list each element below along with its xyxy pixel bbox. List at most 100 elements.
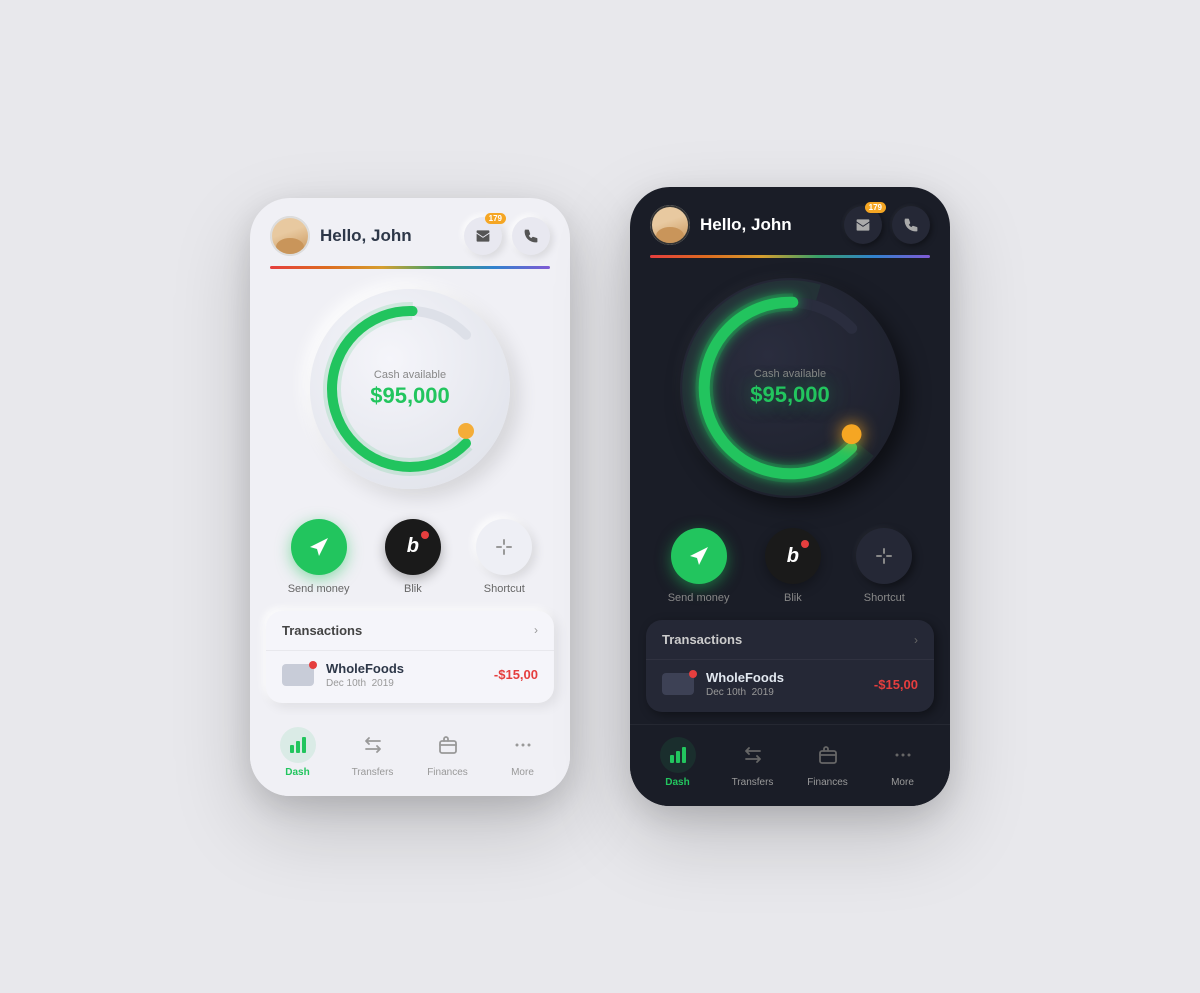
blik-btn-light[interactable]: b xyxy=(385,519,441,575)
nav-more-light[interactable]: More xyxy=(485,727,560,778)
transaction-date-dark: Dec 10th 2019 xyxy=(706,687,862,698)
shortcut-label-dark: Shortcut xyxy=(864,592,905,604)
nav-finances-label-light: Finances xyxy=(427,767,468,778)
mail-badge-dark: 179 xyxy=(865,202,886,213)
dash-icon-dark xyxy=(668,745,688,765)
send-money-icon-light xyxy=(307,535,331,559)
nav-transfers-icon-wrap-dark xyxy=(735,737,771,773)
mail-badge-light: 179 xyxy=(485,213,506,224)
shortcut-icon-light xyxy=(494,537,514,557)
phone-icon-light xyxy=(523,228,539,244)
nav-more-icon-wrap-light xyxy=(505,727,541,763)
shortcut-label-light: Shortcut xyxy=(484,583,525,595)
shortcut-item-light[interactable]: Shortcut xyxy=(476,519,532,595)
more-icon-dark xyxy=(893,745,913,765)
transactions-title-light: Transactions xyxy=(282,623,362,638)
nav-dash-dark[interactable]: Dash xyxy=(640,737,715,788)
blik-label-dark: Blik xyxy=(784,592,802,604)
cash-label-light: Cash available xyxy=(370,369,450,381)
transactions-title-dark: Transactions xyxy=(662,632,742,647)
send-money-label-light: Send money xyxy=(288,583,350,595)
phone-button-dark[interactable] xyxy=(892,206,930,244)
transaction-info-dark: WholeFoods Dec 10th 2019 xyxy=(706,670,862,698)
nav-dash-label-light: Dash xyxy=(285,767,309,778)
transactions-section-dark: Transactions › WholeFoods Dec 10th 2019 … xyxy=(646,620,934,712)
phone-icon-dark xyxy=(903,217,919,233)
nav-finances-dark[interactable]: Finances xyxy=(790,737,865,788)
phone-dark: Hello, John 179 xyxy=(630,187,950,806)
header-icons-dark: 179 xyxy=(844,206,930,244)
gauge-center-dark: Cash available $95,000 xyxy=(750,368,830,408)
mail-button-dark[interactable]: 179 xyxy=(844,206,882,244)
blik-btn-dark[interactable]: b xyxy=(765,528,821,584)
transfers-icon-light xyxy=(363,735,383,755)
gauge-section-light: Cash available $95,000 xyxy=(250,269,570,509)
shortcut-btn-light[interactable] xyxy=(476,519,532,575)
header-light: Hello, John 179 xyxy=(250,198,570,266)
blik-label-light: Blik xyxy=(404,583,422,595)
transaction-amount-dark: -$15,00 xyxy=(874,677,918,692)
nav-dash-label-dark: Dash xyxy=(665,777,689,788)
gauge-center-light: Cash available $95,000 xyxy=(370,369,450,409)
transaction-item-dark[interactable]: WholeFoods Dec 10th 2019 -$15,00 xyxy=(646,659,934,712)
greeting-light: Hello, John xyxy=(320,226,454,246)
transaction-info-light: WholeFoods Dec 10th 2019 xyxy=(326,661,482,689)
nav-transfers-icon-wrap-light xyxy=(355,727,391,763)
blik-logo-light: b xyxy=(407,535,419,558)
actions-dark: Send money b Blik Shortcut xyxy=(630,518,950,620)
nav-finances-icon-wrap-light xyxy=(430,727,466,763)
nav-transfers-label-dark: Transfers xyxy=(732,777,774,788)
card-icon-dark xyxy=(662,673,694,695)
phone-button-light[interactable] xyxy=(512,217,550,255)
chevron-icon-dark: › xyxy=(914,633,918,647)
nav-dash-light[interactable]: Dash xyxy=(260,727,335,778)
shortcut-icon-dark xyxy=(874,546,894,566)
cash-amount-dark: $95,000 xyxy=(750,382,830,408)
transaction-item-light[interactable]: WholeFoods Dec 10th 2019 -$15,00 xyxy=(266,650,554,703)
nav-transfers-light[interactable]: Transfers xyxy=(335,727,410,778)
card-icon-light xyxy=(282,664,314,686)
avatar-light xyxy=(270,216,310,256)
transaction-amount-light: -$15,00 xyxy=(494,667,538,682)
mail-icon-light xyxy=(475,228,491,244)
actions-light: Send money b Blik Shortcut xyxy=(250,509,570,611)
dash-icon-light xyxy=(288,735,308,755)
cash-amount-light: $95,000 xyxy=(370,383,450,409)
transactions-header-dark[interactable]: Transactions › xyxy=(646,620,934,659)
phone-light: Hello, John 179 xyxy=(250,198,570,796)
transaction-date-light: Dec 10th 2019 xyxy=(326,678,482,689)
transactions-section-light: Transactions › WholeFoods Dec 10th 2019 … xyxy=(266,611,554,703)
transaction-name-dark: WholeFoods xyxy=(706,670,862,685)
bottom-nav-dark: Dash Transfers Finances xyxy=(630,724,950,806)
nav-finances-light[interactable]: Finances xyxy=(410,727,485,778)
send-money-item-light[interactable]: Send money xyxy=(288,519,350,595)
nav-more-icon-wrap-dark xyxy=(885,737,921,773)
bottom-nav-light: Dash Transfers Finances xyxy=(250,715,570,796)
avatar-dark xyxy=(650,205,690,245)
cash-label-dark: Cash available xyxy=(750,368,830,380)
transactions-header-light[interactable]: Transactions › xyxy=(266,611,554,650)
send-money-item-dark[interactable]: Send money xyxy=(668,528,730,604)
blik-dot-dark xyxy=(801,540,809,548)
blik-item-dark[interactable]: b Blik xyxy=(765,528,821,604)
more-icon-light xyxy=(513,735,533,755)
nav-finances-label-dark: Finances xyxy=(807,777,848,788)
nav-more-dark[interactable]: More xyxy=(865,737,940,788)
transfers-icon-dark xyxy=(743,745,763,765)
nav-dash-icon-wrap-light xyxy=(280,727,316,763)
nav-dash-icon-wrap-dark xyxy=(660,737,696,773)
greeting-dark: Hello, John xyxy=(700,215,834,235)
blik-dot-light xyxy=(421,531,429,539)
nav-transfers-dark[interactable]: Transfers xyxy=(715,737,790,788)
nav-more-label-dark: More xyxy=(891,777,914,788)
send-money-btn-light[interactable] xyxy=(291,519,347,575)
finances-icon-dark xyxy=(818,745,838,765)
shortcut-item-dark[interactable]: Shortcut xyxy=(856,528,912,604)
shortcut-btn-dark[interactable] xyxy=(856,528,912,584)
mail-button-light[interactable]: 179 xyxy=(464,217,502,255)
send-money-btn-dark[interactable] xyxy=(671,528,727,584)
nav-transfers-label-light: Transfers xyxy=(352,767,394,778)
gauge-container-light: Cash available $95,000 xyxy=(310,289,510,489)
transaction-name-light: WholeFoods xyxy=(326,661,482,676)
blik-item-light[interactable]: b Blik xyxy=(385,519,441,595)
